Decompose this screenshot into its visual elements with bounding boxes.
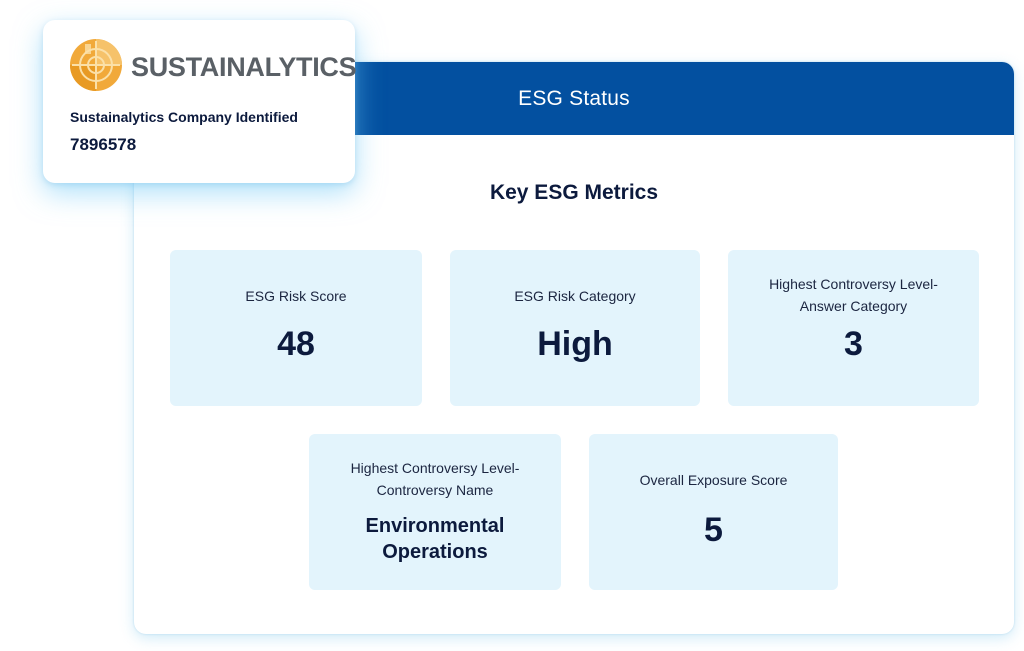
metric-value: High [537,325,613,363]
metric-value: 5 [704,511,723,549]
metric-value: 3 [844,325,863,363]
metric-card-controversy-name: Highest Controversy Level- Controversy N… [309,434,561,590]
brand-name: SUSTAINALYTICS [131,52,357,82]
metric-label-line2: Answer Category [799,298,908,314]
sustainalytics-target-icon [69,38,123,97]
esg-status-title: ESG Status [518,86,630,110]
metric-label: Overall Exposure Score [639,472,788,488]
metric-card-esg-risk-category: ESG Risk Category High [450,250,700,406]
metric-label-line2: Controversy Name [376,482,494,498]
metric-card-controversy-answer-category: Highest Controversy Level- Answer Catego… [728,250,979,406]
company-id-value: 7896578 [70,135,137,154]
metric-value-line1: Environmental [365,515,505,537]
metric-card-esg-risk-score: ESG Risk Score 48 [170,250,422,406]
metric-card-overall-exposure-score: Overall Exposure Score 5 [589,434,838,590]
company-identified-label: Sustainalytics Company Identified [70,109,298,125]
company-identity-card: SUSTAINALYTICS Sustainalytics Company Id… [43,20,357,183]
key-esg-metrics-title: Key ESG Metrics [489,181,659,204]
metric-label: ESG Risk Score [245,288,347,304]
metric-label-line1: Highest Controversy Level- [350,460,520,476]
metric-value: 48 [277,325,315,363]
metric-label: ESG Risk Category [514,288,636,304]
brand-logo: SUSTAINALYTICS [69,38,357,97]
metric-value-line2: Operations [382,541,488,563]
metric-label-line1: Highest Controversy Level- [769,276,938,292]
